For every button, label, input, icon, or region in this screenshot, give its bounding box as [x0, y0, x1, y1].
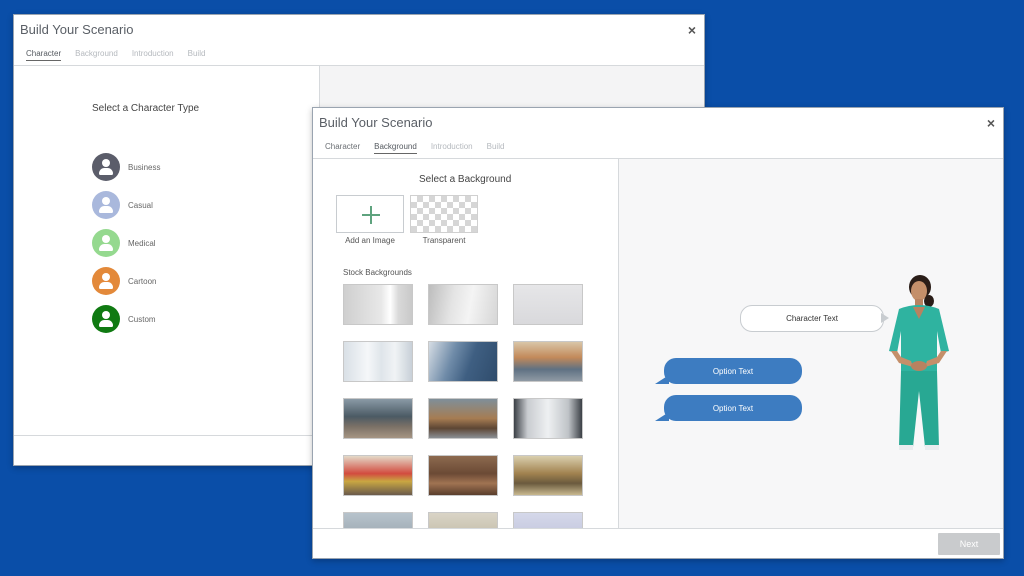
stock-background-thumbnail[interactable] [343, 455, 413, 496]
stock-background-thumbnail[interactable] [513, 512, 583, 529]
character-type-heading: Select a Character Type [92, 103, 200, 114]
stock-background-thumbnail[interactable] [428, 398, 498, 439]
person-icon [92, 305, 120, 333]
character-type-label: Custom [128, 314, 156, 324]
character-type-label: Medical [128, 238, 156, 248]
add-image-label: Add an Image [345, 236, 395, 245]
background-heading: Select a Background [419, 174, 512, 185]
stock-background-thumbnail[interactable] [428, 341, 498, 382]
tab-introduction[interactable]: Introduction [431, 142, 473, 154]
person-icon [92, 191, 120, 219]
character-type-medical[interactable]: Medical [92, 224, 160, 262]
option-bubble[interactable]: Option Text [655, 395, 802, 421]
person-icon [92, 153, 120, 181]
close-icon[interactable]: × [987, 115, 995, 131]
character-type-cartoon[interactable]: Cartoon [92, 262, 160, 300]
stock-background-thumbnail[interactable] [343, 398, 413, 439]
tab-bar: Character Background Introduction Build [26, 49, 205, 61]
person-icon [92, 267, 120, 295]
character-type-list: Business Casual Medical Cartoon Custom [92, 148, 160, 338]
character-type-label: Cartoon [128, 276, 157, 286]
tab-background[interactable]: Background [75, 49, 118, 61]
character-type-casual[interactable]: Casual [92, 186, 160, 224]
stock-background-thumbnail[interactable] [513, 398, 583, 439]
stock-background-thumbnail[interactable] [428, 512, 498, 529]
stock-background-thumbnail[interactable] [343, 512, 413, 529]
stock-background-thumbnail[interactable] [343, 341, 413, 382]
scenario-preview-panel: Character Text Option Text Option Text [618, 159, 1003, 529]
stock-background-thumbnail[interactable] [343, 284, 413, 325]
tab-build[interactable]: Build [188, 49, 206, 61]
stock-background-thumbnail[interactable] [428, 455, 498, 496]
front-dialog: Build Your Scenario × Character Backgrou… [312, 107, 1004, 559]
transparent-background-option[interactable] [410, 195, 478, 233]
tab-character[interactable]: Character [26, 49, 62, 61]
tab-build[interactable]: Build [487, 142, 505, 154]
footer-divider [313, 528, 1003, 529]
stock-backgrounds-grid [343, 284, 583, 529]
person-icon [92, 229, 120, 257]
tab-introduction[interactable]: Introduction [132, 49, 174, 61]
stock-background-thumbnail[interactable] [513, 455, 583, 496]
stock-background-thumbnail[interactable] [428, 284, 498, 325]
tab-background[interactable]: Background [374, 142, 417, 154]
stock-backgrounds-heading: Stock Backgrounds [343, 268, 412, 277]
character-speech-bubble: Character Text [740, 305, 884, 332]
character-type-label: Casual [128, 200, 153, 210]
dialog-title: Build Your Scenario [319, 115, 433, 130]
dialog-title: Build Your Scenario [20, 22, 134, 37]
medical-character-image [889, 275, 949, 450]
background-select-panel: Select a Background Add an Image Transpa… [313, 159, 618, 529]
tab-character[interactable]: Character [325, 142, 360, 154]
tab-bar: Character Background Introduction Build [325, 142, 504, 154]
stock-background-thumbnail[interactable] [513, 341, 583, 382]
character-type-panel: Select a Character Type Business Casual … [14, 66, 319, 436]
character-type-business[interactable]: Business [92, 148, 160, 186]
option-bubble[interactable]: Option Text [655, 358, 802, 384]
stock-background-thumbnail[interactable] [513, 284, 583, 325]
character-type-custom[interactable]: Custom [92, 300, 160, 338]
add-image-button[interactable] [336, 195, 404, 233]
character-type-label: Business [128, 162, 161, 172]
close-icon[interactable]: × [688, 22, 696, 38]
next-button[interactable]: Next [938, 533, 1000, 555]
transparent-label: Transparent [422, 236, 466, 245]
